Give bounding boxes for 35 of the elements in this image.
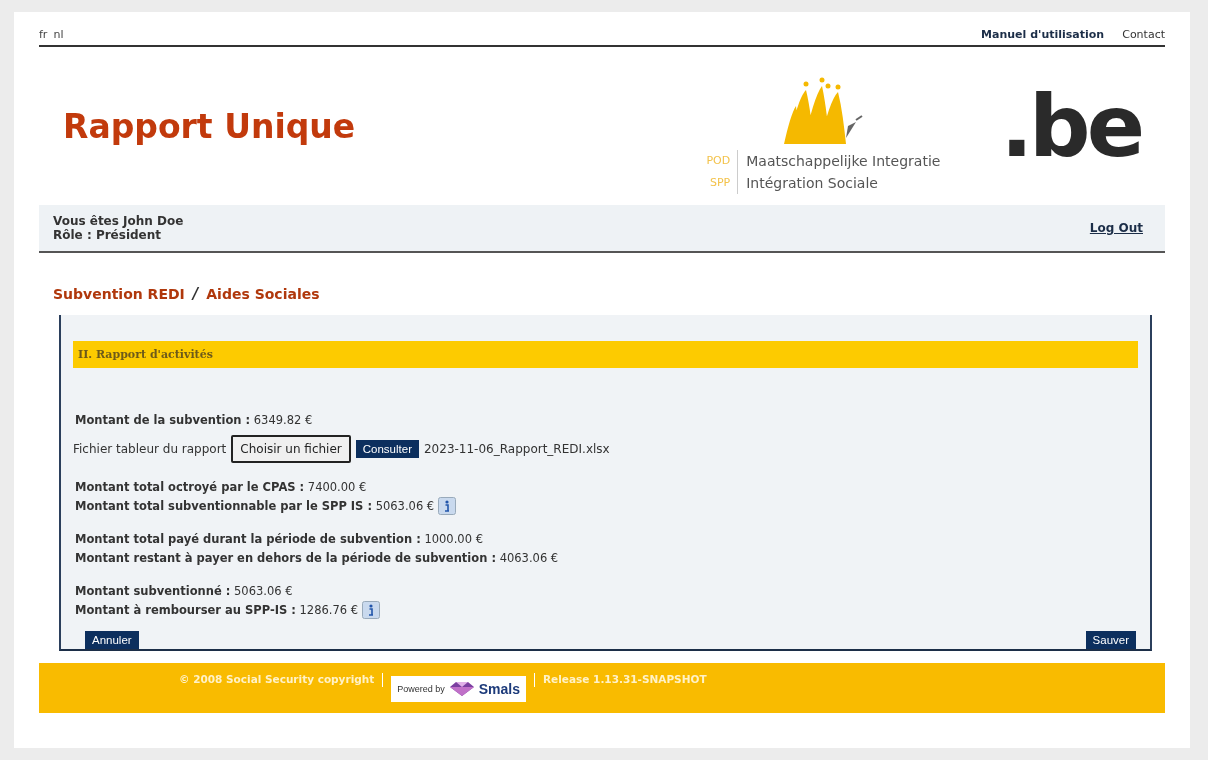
cancel-button[interactable]: Annuler — [85, 631, 139, 649]
amount-text: Montant subventionné : 5063.06 € — [75, 583, 293, 598]
choose-file-button[interactable]: Choisir un fichier — [231, 435, 351, 463]
amount-text: Montant total octroyé par le CPAS : 7400.00 € — [75, 479, 367, 494]
breadcrumb-link[interactable]: Subvention REDI — [53, 286, 185, 302]
breadcrumb-separator: / — [192, 285, 199, 303]
user-info: Rôle : Président — [53, 228, 162, 242]
language-link[interactable]: nl — [53, 28, 64, 41]
header-link[interactable]: Manuel d'utilisation — [981, 28, 1105, 41]
diamond-icon — [448, 681, 475, 697]
app-title: Rapport Unique — [63, 106, 357, 146]
save-button[interactable]: Sauver — [1085, 631, 1136, 649]
brand-name: Smals — [478, 681, 521, 697]
amount-text: Montant de la subvention : 6349.82 € — [75, 412, 313, 427]
section-header: II. Rapport d'activités — [73, 341, 1138, 368]
org-name: Intégration Sociale — [746, 174, 879, 193]
language-link[interactable]: fr — [39, 28, 48, 41]
amount-text: Montant total payé durant la période de subvention : 1000.00 € — [75, 531, 483, 546]
user-info: Vous êtes John Doe — [53, 214, 184, 228]
logout-link[interactable]: Log Out — [1089, 221, 1143, 235]
view-button[interactable]: Consulter — [355, 440, 419, 458]
copyright-text: © 2008 Social Security copyright — [179, 673, 375, 685]
be-logo: .be — [1000, 83, 1141, 169]
powered-by-text: Powered by — [397, 684, 445, 694]
amount-text: Montant total subventionnable par le SPP IS : 5063.06 € — [75, 498, 435, 513]
breadcrumb-link[interactable]: Aides Sociales — [206, 286, 320, 302]
org-code: POD — [706, 153, 731, 169]
org-name: Maatschappelijke Integratie — [746, 152, 941, 171]
file-label: Fichier tableur du rapport — [73, 442, 227, 456]
amount-text: Montant restant à payer en dehors de la période de subvention : 4063.06 € — [75, 550, 559, 565]
org-code: SPP — [708, 175, 731, 191]
file-name: 2023-11-06_Rapport_REDI.xlsx — [424, 442, 610, 456]
amount-text: Montant à rembourser au SPP-IS : 1286.76 € — [75, 602, 359, 617]
release-text: Release 1.13.31-SNAPSHOT — [543, 673, 707, 685]
header-link[interactable]: Contact — [1122, 28, 1165, 41]
